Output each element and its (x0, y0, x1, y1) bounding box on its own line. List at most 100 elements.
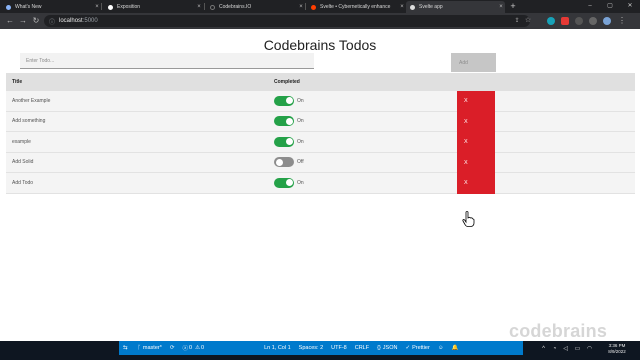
battery-icon[interactable]: ▭ (574, 346, 581, 353)
table-row: Add Solid Off X (6, 152, 635, 173)
system-clock[interactable]: 3:36 PM 8/9/2022 (602, 343, 632, 355)
toggle-knob (275, 158, 283, 166)
reload-icon[interactable]: ↻ (31, 16, 41, 26)
page-title: Codebrains Todos (263, 37, 377, 53)
completed-toggle[interactable] (274, 136, 294, 147)
column-header-completed: Completed (274, 79, 300, 85)
warning-icon: ⚠ (195, 345, 200, 351)
menu-kebab-icon[interactable]: ⋮ (617, 16, 627, 26)
completed-toggle[interactable] (274, 116, 294, 127)
tab-divider (101, 3, 102, 10)
table-row: Add Todo On X (6, 173, 635, 194)
add-button[interactable]: Add (451, 53, 496, 72)
tab-divider (204, 3, 205, 10)
toggle-state-label: Off (297, 159, 304, 166)
url-host: localhost (59, 18, 83, 24)
delete-button[interactable]: X (457, 173, 495, 194)
browser-tab[interactable]: Codebrains.IO × (206, 1, 305, 13)
table-body: Another Example On X Add something On Xexampl… (6, 91, 635, 194)
delete-button[interactable]: X (457, 152, 495, 173)
language-mode[interactable]: {} JSON (377, 345, 397, 351)
toggle-knob (285, 97, 293, 105)
table-row: example On X (6, 132, 635, 153)
delete-button[interactable]: X (457, 132, 495, 153)
back-arrow-icon[interactable]: ← (5, 16, 15, 26)
sync-icon[interactable]: ⟳ (170, 345, 175, 351)
star-icon[interactable]: ☆ (523, 16, 533, 26)
toggle-state-label: On (297, 179, 304, 186)
web-page: Codebrains Todos Add Title Completed Ano… (0, 29, 640, 341)
url-port: :5000 (82, 18, 98, 24)
browser-tab[interactable]: Exposition × (104, 1, 203, 13)
completed-toggle[interactable] (274, 157, 294, 168)
line-ending[interactable]: CRLF (355, 345, 369, 351)
browser-tab[interactable]: Svelte • Cybernetically enhance × (307, 1, 406, 13)
completed-cell: On (274, 173, 304, 193)
address-bar[interactable]: ⓘ localhost:5000 (44, 15, 530, 27)
column-header-title: Title (12, 79, 23, 85)
problems-indicator[interactable]: ⓧ 0 ⚠ 0 (182, 344, 204, 352)
close-icon[interactable]: × (93, 4, 101, 10)
extensions-puzzle-icon[interactable] (589, 17, 597, 25)
completed-cell: On (274, 132, 304, 152)
close-icon[interactable]: × (497, 4, 505, 10)
branch-indicator[interactable]: ᚴ master* (138, 345, 162, 351)
window-close-icon[interactable]: ✕ (620, 0, 640, 13)
close-icon[interactable]: × (398, 4, 406, 10)
tab-favicon-icon (6, 4, 11, 10)
formatter-label: Prettier (412, 345, 430, 351)
tab-title: Codebrains.IO (219, 4, 252, 10)
error-icon: ⓧ (182, 346, 188, 352)
clock-date: 8/9/2022 (608, 349, 626, 354)
tab-title: Exposition (117, 4, 141, 10)
completed-toggle[interactable] (274, 177, 294, 188)
tab-title: Svelte • Cybernetically enhance (320, 4, 391, 10)
close-icon[interactable]: × (195, 4, 203, 10)
table-header: Title Completed (6, 73, 635, 91)
completed-toggle[interactable] (274, 95, 294, 106)
cursor-position[interactable]: Ln 1, Col 1 (264, 345, 291, 351)
share-icon[interactable]: ⇪ (512, 16, 522, 26)
chevron-up-icon[interactable]: ^ (540, 346, 547, 353)
encoding[interactable]: UTF-8 (331, 345, 347, 351)
todo-table: Title Completed Another Example On X Add so… (6, 73, 635, 194)
avatar[interactable] (603, 17, 611, 25)
toggle-state-label: On (297, 97, 304, 104)
formatter[interactable]: ✓ Prettier (405, 345, 429, 351)
todo-title: Another Example (12, 97, 51, 104)
maximize-icon[interactable]: ▢ (600, 0, 620, 13)
remote-icon[interactable]: ⇆ (123, 345, 128, 351)
tab-favicon-icon (108, 4, 113, 10)
delete-button[interactable]: X (457, 111, 495, 132)
volume-icon[interactable]: ◁ (562, 346, 569, 353)
branch-name: master* (142, 345, 162, 351)
tab-favicon-icon (210, 4, 215, 10)
extension-icon[interactable] (547, 17, 555, 25)
toggle-knob (285, 179, 293, 187)
bell-icon[interactable]: 🔔 (451, 345, 458, 351)
pointer-hand-icon (462, 211, 475, 227)
minimize-icon[interactable]: – (580, 0, 600, 13)
todo-title: Add Solid (12, 159, 34, 166)
browser-tab-active[interactable]: Svelte app × (406, 1, 505, 13)
info-icon: ⓘ (49, 19, 56, 26)
braces-icon: {} (377, 345, 381, 351)
watermark-logo: codebrains (509, 321, 608, 341)
warning-count: 0 (201, 345, 205, 351)
close-icon[interactable]: × (297, 4, 305, 10)
tab-divider (305, 3, 306, 10)
extension-icon[interactable] (561, 17, 569, 25)
extension-icon[interactable] (575, 17, 583, 25)
indentation[interactable]: Spaces: 2 (299, 345, 323, 351)
forward-arrow-icon[interactable]: → (18, 16, 28, 26)
new-tab-button[interactable]: + (508, 1, 518, 12)
toggle-state-label: On (297, 118, 304, 125)
browser-tab[interactable]: What's New × (2, 1, 101, 13)
todo-input[interactable] (20, 53, 314, 69)
wifi-icon[interactable]: ◠ (586, 346, 593, 353)
network-icon[interactable]: ◔ (551, 346, 558, 353)
tab-title: Svelte app (419, 4, 443, 10)
delete-button[interactable]: X (457, 91, 495, 112)
feedback-icon[interactable]: ☺ (438, 345, 444, 351)
screen: What's New × Exposition × Codebrains.IO … (0, 0, 640, 360)
